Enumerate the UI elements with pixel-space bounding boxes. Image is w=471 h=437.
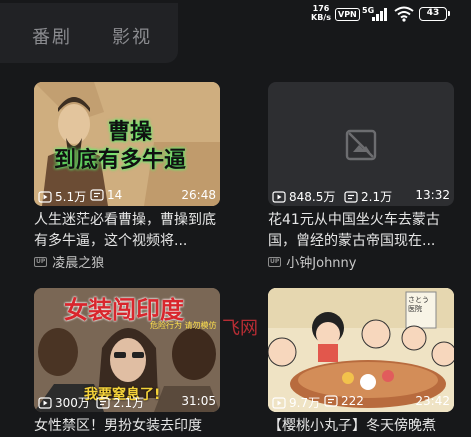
thumbnail-sign-text: さとう医院 <box>408 296 429 313</box>
danmaku-count: 222 <box>341 394 364 408</box>
danmaku-icon <box>324 395 338 407</box>
view-count: 848.5万 <box>289 190 336 204</box>
video-title[interactable]: 女性禁区！男扮女装去印度 <box>34 416 220 437</box>
thumbnail-subtitle: 到底有多牛逼 <box>54 148 187 173</box>
video-stats: 300万 2.1万 31:05 <box>34 394 220 412</box>
uploader[interactable]: UP 凌晨之狼 <box>34 252 104 271</box>
tab-bangumi[interactable]: 番剧 <box>32 23 72 49</box>
video-duration: 23:42 <box>415 394 450 408</box>
danmaku-icon <box>90 189 104 201</box>
video-duration: 26:48 <box>181 188 216 202</box>
video-title[interactable]: 【樱桃小丸子】冬天傍晚煮 <box>268 416 454 437</box>
vpn-badge: VPN <box>335 8 360 21</box>
danmaku-icon <box>96 396 110 409</box>
battery-indicator: 43 <box>419 7 450 21</box>
uploader-name: 凌晨之狼 <box>52 256 105 271</box>
view-count: 300万 <box>55 396 90 410</box>
svg-text:5G: 5G <box>362 6 374 15</box>
play-count-icon <box>38 396 52 409</box>
danmaku-count: 2.1万 <box>361 190 393 204</box>
watermark: 飞网 <box>222 318 258 339</box>
up-badge-icon: UP <box>34 256 48 267</box>
uploader-name: 小钟Johnny <box>286 256 357 271</box>
video-duration: 13:32 <box>415 188 450 202</box>
danmaku-icon <box>344 190 358 203</box>
up-badge-icon: UP <box>268 256 282 267</box>
video-title[interactable]: 人生迷茫必看曹操，曹操到底有多牛逼，这个视频将... <box>34 210 220 252</box>
video-title[interactable]: 花41元从中国坐火车去蒙古国，曾经的蒙古帝国现在... <box>268 210 454 252</box>
play-count-icon <box>272 190 286 203</box>
wifi-icon <box>394 6 414 26</box>
video-stats: 9.7万 222 23:42 <box>268 394 454 412</box>
view-count: 9.7万 <box>289 396 321 410</box>
play-count-icon <box>38 190 52 203</box>
video-stats: 848.5万 2.1万 13:32 <box>268 188 454 206</box>
category-tabs: 番剧 影视 <box>0 3 178 63</box>
image-placeholder-icon <box>345 129 377 161</box>
net-speed: 176 KB/s <box>311 4 331 22</box>
danmaku-count: 2.1万 <box>113 396 145 410</box>
play-count-icon <box>272 396 286 409</box>
signal-icon: 5G <box>362 5 390 27</box>
video-stats: 5.1万 14 26:48 <box>34 188 220 206</box>
uploader[interactable]: UP 小钟Johnny <box>268 252 356 271</box>
danmaku-count: 14 <box>107 188 123 202</box>
video-duration: 31:05 <box>181 394 216 408</box>
tab-film-tv[interactable]: 影视 <box>112 23 152 49</box>
thumbnail-caption: 危险行为 请勿模仿 <box>150 321 217 330</box>
view-count: 5.1万 <box>55 190 87 204</box>
